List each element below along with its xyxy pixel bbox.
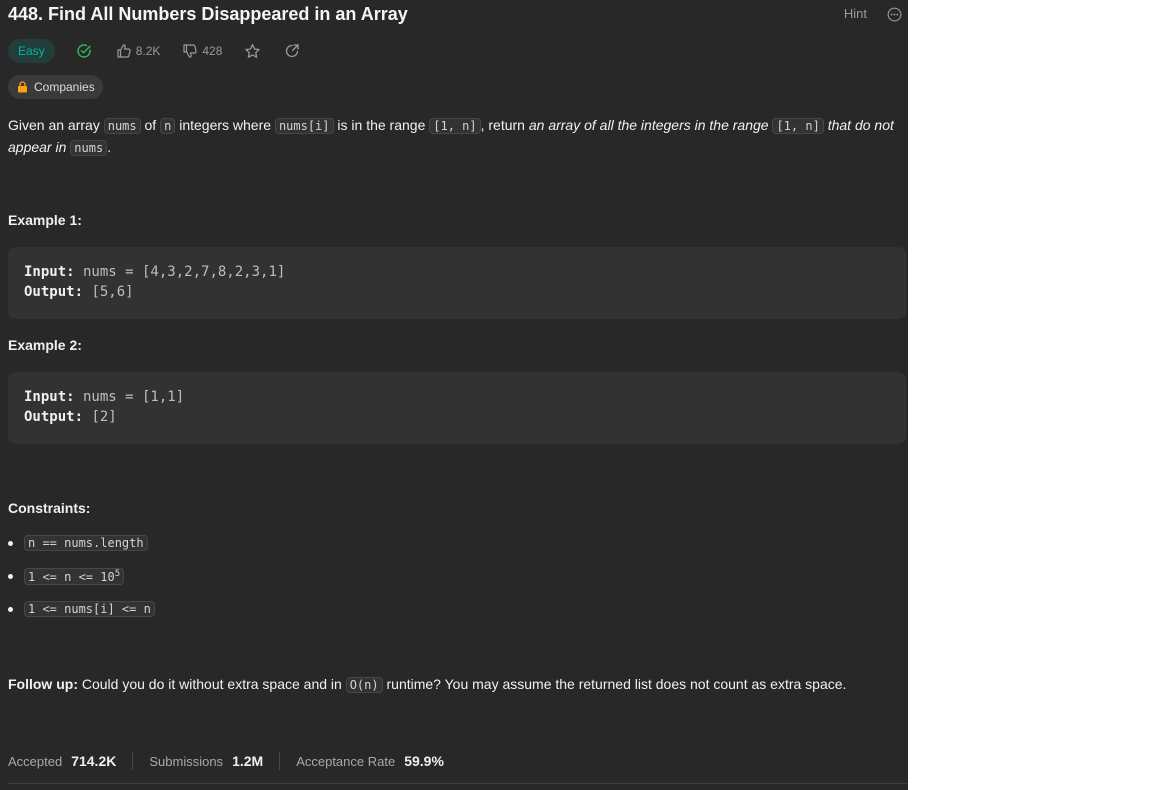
bullet: [8, 606, 13, 612]
submissions-value: 1.2M: [232, 753, 264, 769]
problem-description-panel: 448. Find All Numbers Disappeared in an …: [0, 0, 908, 790]
inline-code: O(n): [345, 677, 383, 693]
desc-text: Given an array: [8, 117, 104, 133]
share-icon[interactable]: [284, 43, 300, 59]
example-1-box: Input: nums = [4,3,2,7,8,2,3,1] Output: …: [8, 247, 906, 319]
constraint-item: n == nums.length: [8, 535, 148, 551]
desc-emphasis: an array of all the integers in the rang…: [528, 117, 773, 133]
more-options-icon[interactable]: [887, 7, 902, 22]
constraint-code: n == nums.length: [24, 535, 148, 551]
constraint-base: 1 <= n <= 10: [28, 570, 115, 584]
input-label: Input:: [24, 389, 75, 405]
divider: [279, 752, 281, 770]
desc-text: .: [107, 139, 112, 155]
input-label: Input:: [24, 264, 75, 280]
inline-code: nums: [70, 140, 108, 156]
thumbs-up-icon: [117, 44, 131, 58]
desc-text: , return: [480, 117, 529, 133]
example-2-input: Input: nums = [1,1]: [24, 389, 184, 405]
inline-code: n: [160, 118, 176, 134]
example-1-input: Input: nums = [4,3,2,7,8,2,3,1]: [24, 264, 285, 280]
acceptance-rate-value: 59.9%: [404, 753, 444, 769]
acceptance-rate-label: Acceptance Rate: [296, 753, 396, 769]
output-label: Output:: [24, 409, 84, 425]
bullet: [8, 540, 13, 546]
dislikes-count: 428: [202, 44, 223, 58]
output-label: Output:: [24, 284, 84, 300]
difficulty-badge: Easy: [8, 39, 55, 63]
accepted-label: Accepted: [8, 753, 63, 769]
constraint-code: 1 <= n <= 105: [24, 568, 125, 585]
follow-up-text: Could you do it without extra space and …: [77, 676, 346, 692]
follow-up-label: Follow up:: [8, 676, 78, 692]
input-value: nums = [4,3,2,7,8,2,3,1]: [74, 264, 286, 280]
output-value: [5,6]: [83, 284, 134, 300]
desc-text: is in the range: [333, 117, 430, 133]
inline-code: nums[i]: [274, 118, 334, 134]
example-1-output: Output: [5,6]: [24, 284, 134, 300]
problem-title[interactable]: 448. Find All Numbers Disappeared in an …: [8, 2, 908, 26]
hint-button[interactable]: Hint: [844, 6, 867, 21]
companies-label: Companies: [34, 80, 95, 94]
like-button[interactable]: 8.2K: [116, 43, 161, 59]
example-2-heading: Example 2:: [8, 337, 82, 353]
accepted-value: 714.2K: [71, 753, 117, 769]
input-value: nums = [1,1]: [74, 389, 185, 405]
constraint-item: 1 <= nums[i] <= n: [8, 601, 155, 617]
companies-button[interactable]: Companies: [8, 75, 103, 99]
thumbs-down-icon: [183, 44, 198, 58]
lock-icon: [18, 81, 27, 93]
submissions-label: Submissions: [149, 753, 224, 769]
constraints-heading: Constraints:: [8, 500, 91, 516]
inline-code: [1, n]: [772, 118, 824, 134]
inline-code: [1, n]: [429, 118, 481, 134]
solved-check-icon: [77, 44, 91, 58]
constraint-item: 1 <= n <= 105: [8, 568, 125, 585]
title-row: 448. Find All Numbers Disappeared in an …: [8, 2, 908, 28]
example-1-heading: Example 1:: [8, 212, 82, 228]
divider: [8, 783, 908, 784]
stats-bar: Accepted 714.2K Submissions 1.2M Accepta…: [8, 751, 444, 771]
follow-up-text: runtime? You may assume the returned lis…: [382, 676, 847, 692]
likes-count: 8.2K: [135, 44, 161, 58]
example-2-box: Input: nums = [1,1] Output: [2]: [8, 372, 906, 444]
desc-text: integers where: [175, 117, 275, 133]
inline-code: nums: [103, 118, 141, 134]
star-icon[interactable]: [244, 43, 261, 60]
problem-statement: Given an array nums of n integers where …: [8, 115, 898, 159]
follow-up: Follow up: Could you do it without extra…: [8, 676, 847, 693]
constraint-code: 1 <= nums[i] <= n: [24, 601, 155, 617]
desc-text: of: [140, 117, 161, 133]
output-value: [2]: [83, 409, 117, 425]
example-2-output: Output: [2]: [24, 409, 117, 425]
dislike-button[interactable]: 428: [182, 43, 222, 59]
meta-row: Easy 8.2K 428: [8, 38, 300, 64]
divider: [132, 752, 134, 770]
bullet: [8, 574, 13, 579]
constraint-exponent: 5: [114, 569, 121, 579]
